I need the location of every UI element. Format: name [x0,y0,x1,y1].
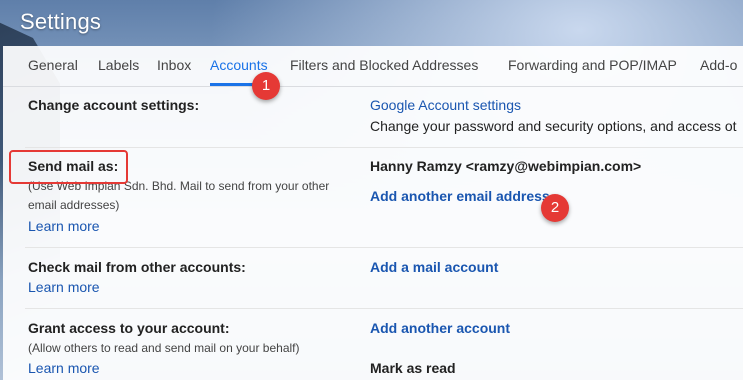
tab-forwarding[interactable]: Forwarding and POP/IMAP [508,57,677,73]
change-account-label: Change account settings: [28,97,200,113]
tab-addons[interactable]: Add-o [700,57,737,73]
mark-as-read-option: Mark as read [370,360,456,376]
callout-badge-2: 2 [541,194,569,222]
check-mail-label: Check mail from other accounts: [28,259,246,275]
tab-filters[interactable]: Filters and Blocked Addresses [290,57,478,73]
page-title: Settings [20,9,102,34]
tab-labels[interactable]: Labels [98,57,139,73]
grant-access-label: Grant access to your account: [28,320,230,336]
send-mail-highlight-box [9,150,128,184]
google-account-settings-link[interactable]: Google Account settings [370,97,521,113]
check-mail-learn-more-link[interactable]: Learn more [28,279,100,295]
divider [25,308,743,309]
settings-tabs: General Labels Inbox Accounts Filters an… [3,46,743,87]
settings-panel: General Labels Inbox Accounts Filters an… [3,46,743,380]
tab-inbox[interactable]: Inbox [157,57,191,73]
add-another-email-link[interactable]: Add another email address [370,188,550,204]
tab-general[interactable]: General [28,57,78,73]
send-mail-desc-line2: email addresses) [28,198,120,212]
send-mail-learn-more-link[interactable]: Learn more [28,218,100,234]
change-account-description: Change your password and security option… [370,118,737,134]
tab-accounts[interactable]: Accounts [210,57,268,73]
divider [25,147,743,148]
send-as-identity: Hanny Ramzy <ramzy@webimpian.com> [370,158,642,174]
divider [25,247,743,248]
grant-access-learn-more-link[interactable]: Learn more [28,360,100,376]
add-mail-account-link[interactable]: Add a mail account [370,259,498,275]
add-another-account-link[interactable]: Add another account [370,320,510,336]
callout-badge-1: 1 [252,72,280,100]
grant-access-description: (Allow others to read and send mail on y… [28,341,300,355]
